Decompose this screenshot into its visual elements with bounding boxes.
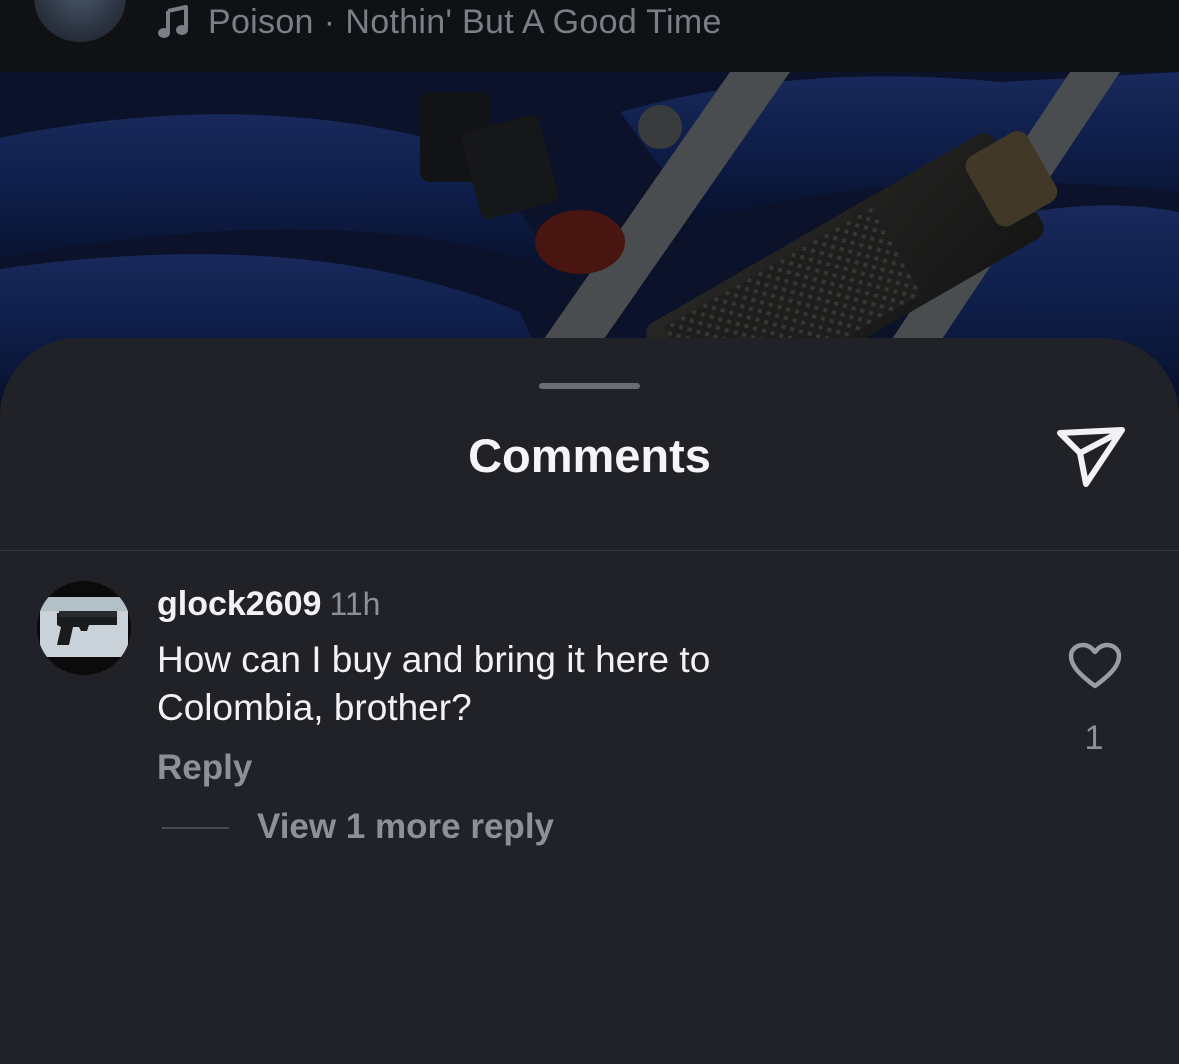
screen: Poison · Nothin' But A Good Time Comments	[0, 0, 1179, 1064]
like-count: 1	[1084, 719, 1104, 757]
send-paper-plane-icon[interactable]	[1056, 426, 1126, 488]
sheet-title: Comments	[468, 429, 711, 482]
comment-username[interactable]: glock2609	[157, 585, 321, 623]
sheet-grabber[interactable]	[539, 383, 640, 389]
comment-header: glock2609 11h	[157, 582, 380, 633]
comments-sheet: Comments glock2609 11h How can I buy and…	[0, 338, 1179, 1064]
view-more-replies-button[interactable]: View 1 more reply	[257, 805, 554, 849]
audio-track: Nothin' But A Good Time	[345, 3, 722, 41]
comment-item: glock2609 11h How can I buy and bring it …	[0, 578, 1179, 858]
replies-indent-line	[162, 827, 229, 829]
reply-button[interactable]: Reply	[157, 746, 252, 790]
audio-bar[interactable]: Poison · Nothin' But A Good Time	[0, 0, 1179, 72]
comment-text: How can I buy and bring it here to Colom…	[157, 639, 711, 728]
audio-track-label[interactable]: Poison · Nothin' But A Good Time	[208, 0, 722, 44]
music-note-icon	[158, 5, 188, 38]
author-avatar[interactable]	[34, 0, 126, 42]
sheet-divider	[0, 550, 1179, 551]
commenter-avatar[interactable]	[37, 581, 131, 675]
audio-separator: ·	[323, 3, 336, 41]
audio-artist: Poison	[208, 3, 314, 41]
pistol-avatar-image	[37, 581, 131, 675]
comment-timestamp: 11h	[329, 586, 381, 622]
heart-outline-icon[interactable]	[1068, 642, 1122, 690]
